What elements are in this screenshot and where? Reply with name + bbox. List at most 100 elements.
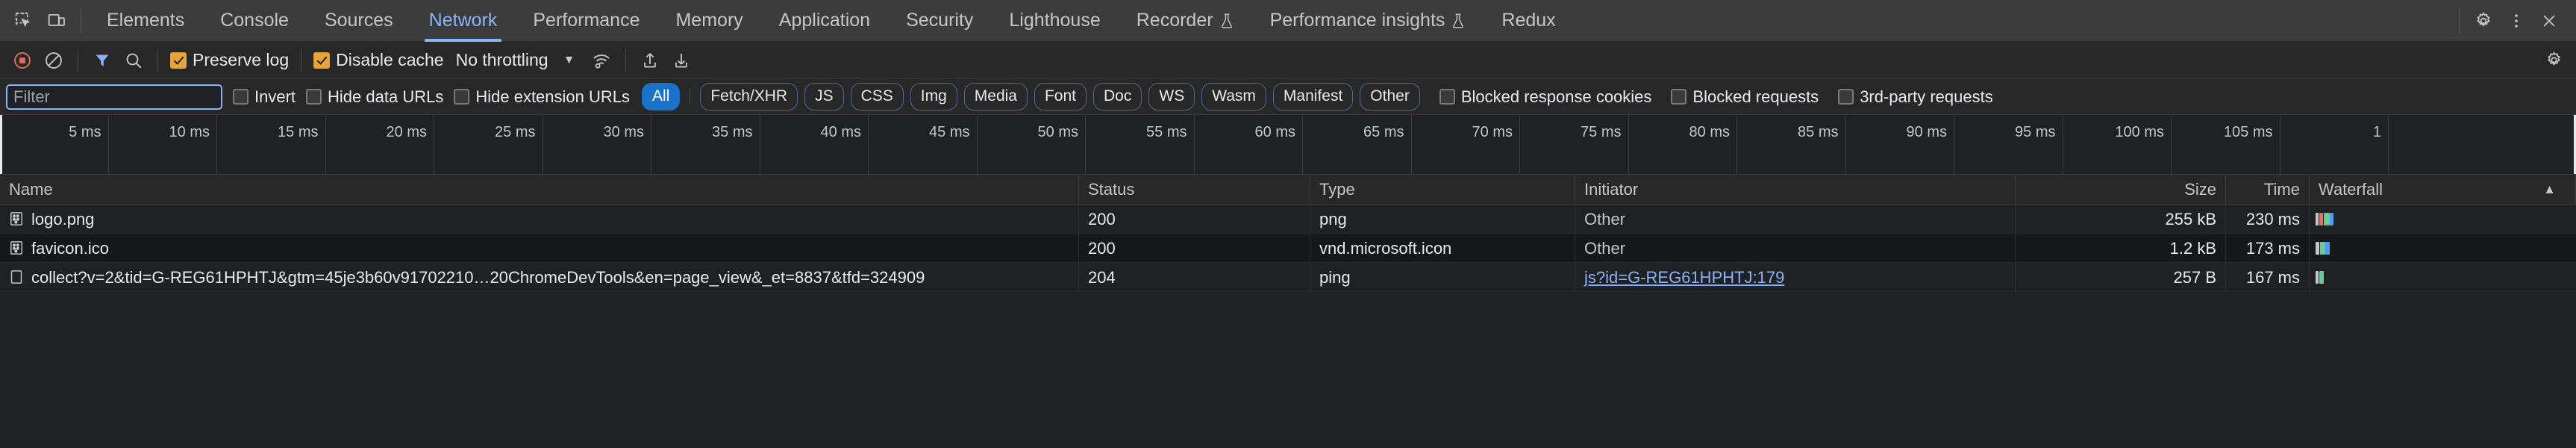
overview-tick-label: 60 ms bbox=[1195, 115, 1303, 174]
chip-ws[interactable]: WS bbox=[1148, 83, 1195, 111]
column-header-label: Type bbox=[1319, 179, 1355, 199]
toolbar-divider-4 bbox=[625, 49, 627, 72]
tab-label: Memory bbox=[675, 10, 743, 31]
filter-input[interactable] bbox=[6, 84, 222, 110]
blocked-requests-checkbox[interactable]: Blocked requests bbox=[1671, 87, 1819, 107]
tab-security[interactable]: Security bbox=[888, 0, 991, 42]
cell-initiator: Other bbox=[1575, 233, 2016, 263]
waterfall-bar bbox=[2316, 212, 2319, 225]
cell-status: 200 bbox=[1079, 233, 1310, 263]
clear-network-log-icon[interactable] bbox=[39, 46, 69, 75]
cell-type: vnd.microsoft.icon bbox=[1310, 233, 1575, 263]
column-header-name[interactable]: Name bbox=[0, 174, 1079, 205]
preserve-log-checkbox[interactable]: Preserve log bbox=[167, 50, 292, 70]
tab-memory[interactable]: Memory bbox=[657, 0, 760, 42]
chip-wasm[interactable]: Wasm bbox=[1201, 83, 1266, 111]
throttling-value: No throttling bbox=[455, 50, 548, 69]
wifi-settings-icon[interactable] bbox=[587, 46, 616, 75]
overview-tick-label: 25 ms bbox=[434, 115, 543, 174]
table-row[interactable]: collect?v=2&tid=G-REG61HPHTJ&gtm=45je3b6… bbox=[0, 262, 2576, 292]
gear-icon[interactable] bbox=[2467, 4, 2500, 37]
column-header-waterfall[interactable]: Waterfall ▲ bbox=[2310, 174, 2576, 205]
third-party-requests-checkbox[interactable]: 3rd-party requests bbox=[1838, 87, 1993, 107]
network-settings-gear-icon[interactable] bbox=[2539, 46, 2569, 75]
table-row[interactable]: favicon.ico 200 vnd.microsoft.icon Other 1.2… bbox=[0, 233, 2576, 263]
tab-elements[interactable]: Elements bbox=[89, 0, 202, 42]
column-header-status[interactable]: Status bbox=[1079, 174, 1310, 205]
chip-other[interactable]: Other bbox=[1360, 83, 1420, 111]
filter-funnel-icon[interactable] bbox=[87, 46, 117, 75]
chip-label: WS bbox=[1159, 87, 1185, 105]
tab-application[interactable]: Application bbox=[761, 0, 888, 42]
record-stop-icon[interactable] bbox=[7, 46, 37, 75]
search-icon[interactable] bbox=[119, 46, 149, 75]
request-name: favicon.ico bbox=[31, 238, 109, 258]
tabbar-actions bbox=[2451, 4, 2566, 37]
network-overview-timeline[interactable]: 5 ms 10 ms 15 ms 20 ms 25 ms 30 ms 35 ms 40 ms 4… bbox=[0, 115, 2576, 175]
cell-size: 257 B bbox=[2016, 262, 2226, 292]
chip-img[interactable]: Img bbox=[910, 83, 957, 111]
tab-console[interactable]: Console bbox=[202, 0, 307, 42]
initiator-value[interactable]: js?id=G-REG61HPHTJ:179 bbox=[1584, 268, 1784, 287]
tab-label: Security bbox=[906, 10, 974, 31]
tab-performance-insights[interactable]: Performance insights bbox=[1252, 0, 1484, 42]
column-header-label: Waterfall bbox=[2319, 179, 2383, 199]
column-header-label: Size bbox=[2184, 179, 2216, 199]
column-header-size[interactable]: Size bbox=[2016, 174, 2226, 205]
waterfall-bar bbox=[2316, 241, 2319, 255]
column-header-label: Initiator bbox=[1584, 179, 1639, 199]
overview-tick-label: 50 ms bbox=[978, 115, 1086, 174]
export-har-icon[interactable] bbox=[666, 46, 696, 75]
hide-data-urls-checkbox[interactable]: Hide data URLs bbox=[306, 87, 443, 107]
tab-lighthouse[interactable]: Lighthouse bbox=[991, 0, 1118, 42]
request-name: collect?v=2&tid=G-REG61HPHTJ&gtm=45je3b6… bbox=[31, 267, 925, 287]
checkbox-box bbox=[313, 52, 331, 69]
chip-fetch-xhr[interactable]: Fetch/XHR bbox=[700, 83, 798, 111]
image-resource-icon bbox=[9, 211, 24, 226]
chip-css[interactable]: CSS bbox=[850, 83, 904, 111]
cell-type: png bbox=[1310, 204, 1575, 234]
column-header-type[interactable]: Type bbox=[1310, 174, 1575, 205]
cell-name: collect?v=2&tid=G-REG61HPHTJ&gtm=45je3b6… bbox=[0, 262, 1079, 292]
chip-media[interactable]: Media bbox=[963, 83, 1028, 111]
cell-time: 230 ms bbox=[2226, 204, 2310, 234]
chip-font[interactable]: Font bbox=[1034, 83, 1087, 111]
sort-ascending-icon[interactable]: ▲ bbox=[2539, 175, 2566, 205]
import-har-icon[interactable] bbox=[635, 46, 665, 75]
network-toolbar: Preserve log Disable cache No throttling… bbox=[0, 42, 2576, 79]
overview-tick-label: 80 ms bbox=[1629, 115, 1737, 174]
chip-doc[interactable]: Doc bbox=[1093, 83, 1142, 111]
throttling-dropdown[interactable]: No throttling ▼ bbox=[456, 50, 575, 70]
overview-tick-label: 70 ms bbox=[1412, 115, 1520, 174]
column-header-initiator[interactable]: Initiator bbox=[1575, 174, 2016, 205]
column-header-time[interactable]: Time bbox=[2226, 174, 2310, 205]
chip-label: Doc bbox=[1104, 87, 1132, 105]
inspect-element-icon[interactable] bbox=[7, 4, 40, 37]
hide-extension-urls-checkbox[interactable]: Hide extension URLs bbox=[454, 87, 630, 107]
chip-js[interactable]: JS bbox=[804, 83, 844, 111]
close-icon[interactable] bbox=[2533, 4, 2566, 37]
tab-label: Redux bbox=[1501, 10, 1556, 31]
tab-redux[interactable]: Redux bbox=[1484, 0, 1573, 42]
tab-sources[interactable]: Sources bbox=[307, 0, 411, 42]
toolbar-divider-2 bbox=[157, 49, 158, 72]
tab-performance[interactable]: Performance bbox=[515, 0, 657, 42]
device-toolbar-icon[interactable] bbox=[40, 4, 73, 37]
chip-all[interactable]: All bbox=[642, 83, 681, 111]
table-header-row: Name Status Type Initiator Size Time Waterfall… bbox=[0, 174, 2576, 205]
initiator-value: Other bbox=[1584, 209, 1626, 228]
chip-manifest[interactable]: Manifest bbox=[1272, 83, 1354, 111]
tabbar-actions-divider bbox=[2459, 7, 2460, 34]
chip-label: Fetch/XHR bbox=[710, 87, 788, 105]
tab-label: Console bbox=[220, 10, 289, 31]
table-row[interactable]: logo.png 200 png Other 255 kB 230 ms bbox=[0, 204, 2576, 234]
more-vertical-icon[interactable] bbox=[2500, 4, 2533, 37]
tab-network[interactable]: Network bbox=[411, 0, 516, 42]
panel-tabs: Elements Console Sources Network Perform… bbox=[89, 0, 2451, 42]
blocked-response-cookies-checkbox[interactable]: Blocked response cookies bbox=[1439, 87, 1651, 107]
disable-cache-checkbox[interactable]: Disable cache bbox=[310, 50, 446, 70]
overview-tick-label: 55 ms bbox=[1086, 115, 1195, 174]
overview-tick-label: 1 bbox=[2280, 115, 2389, 174]
invert-checkbox[interactable]: Invert bbox=[233, 87, 296, 107]
tab-recorder[interactable]: Recorder bbox=[1119, 0, 1252, 42]
